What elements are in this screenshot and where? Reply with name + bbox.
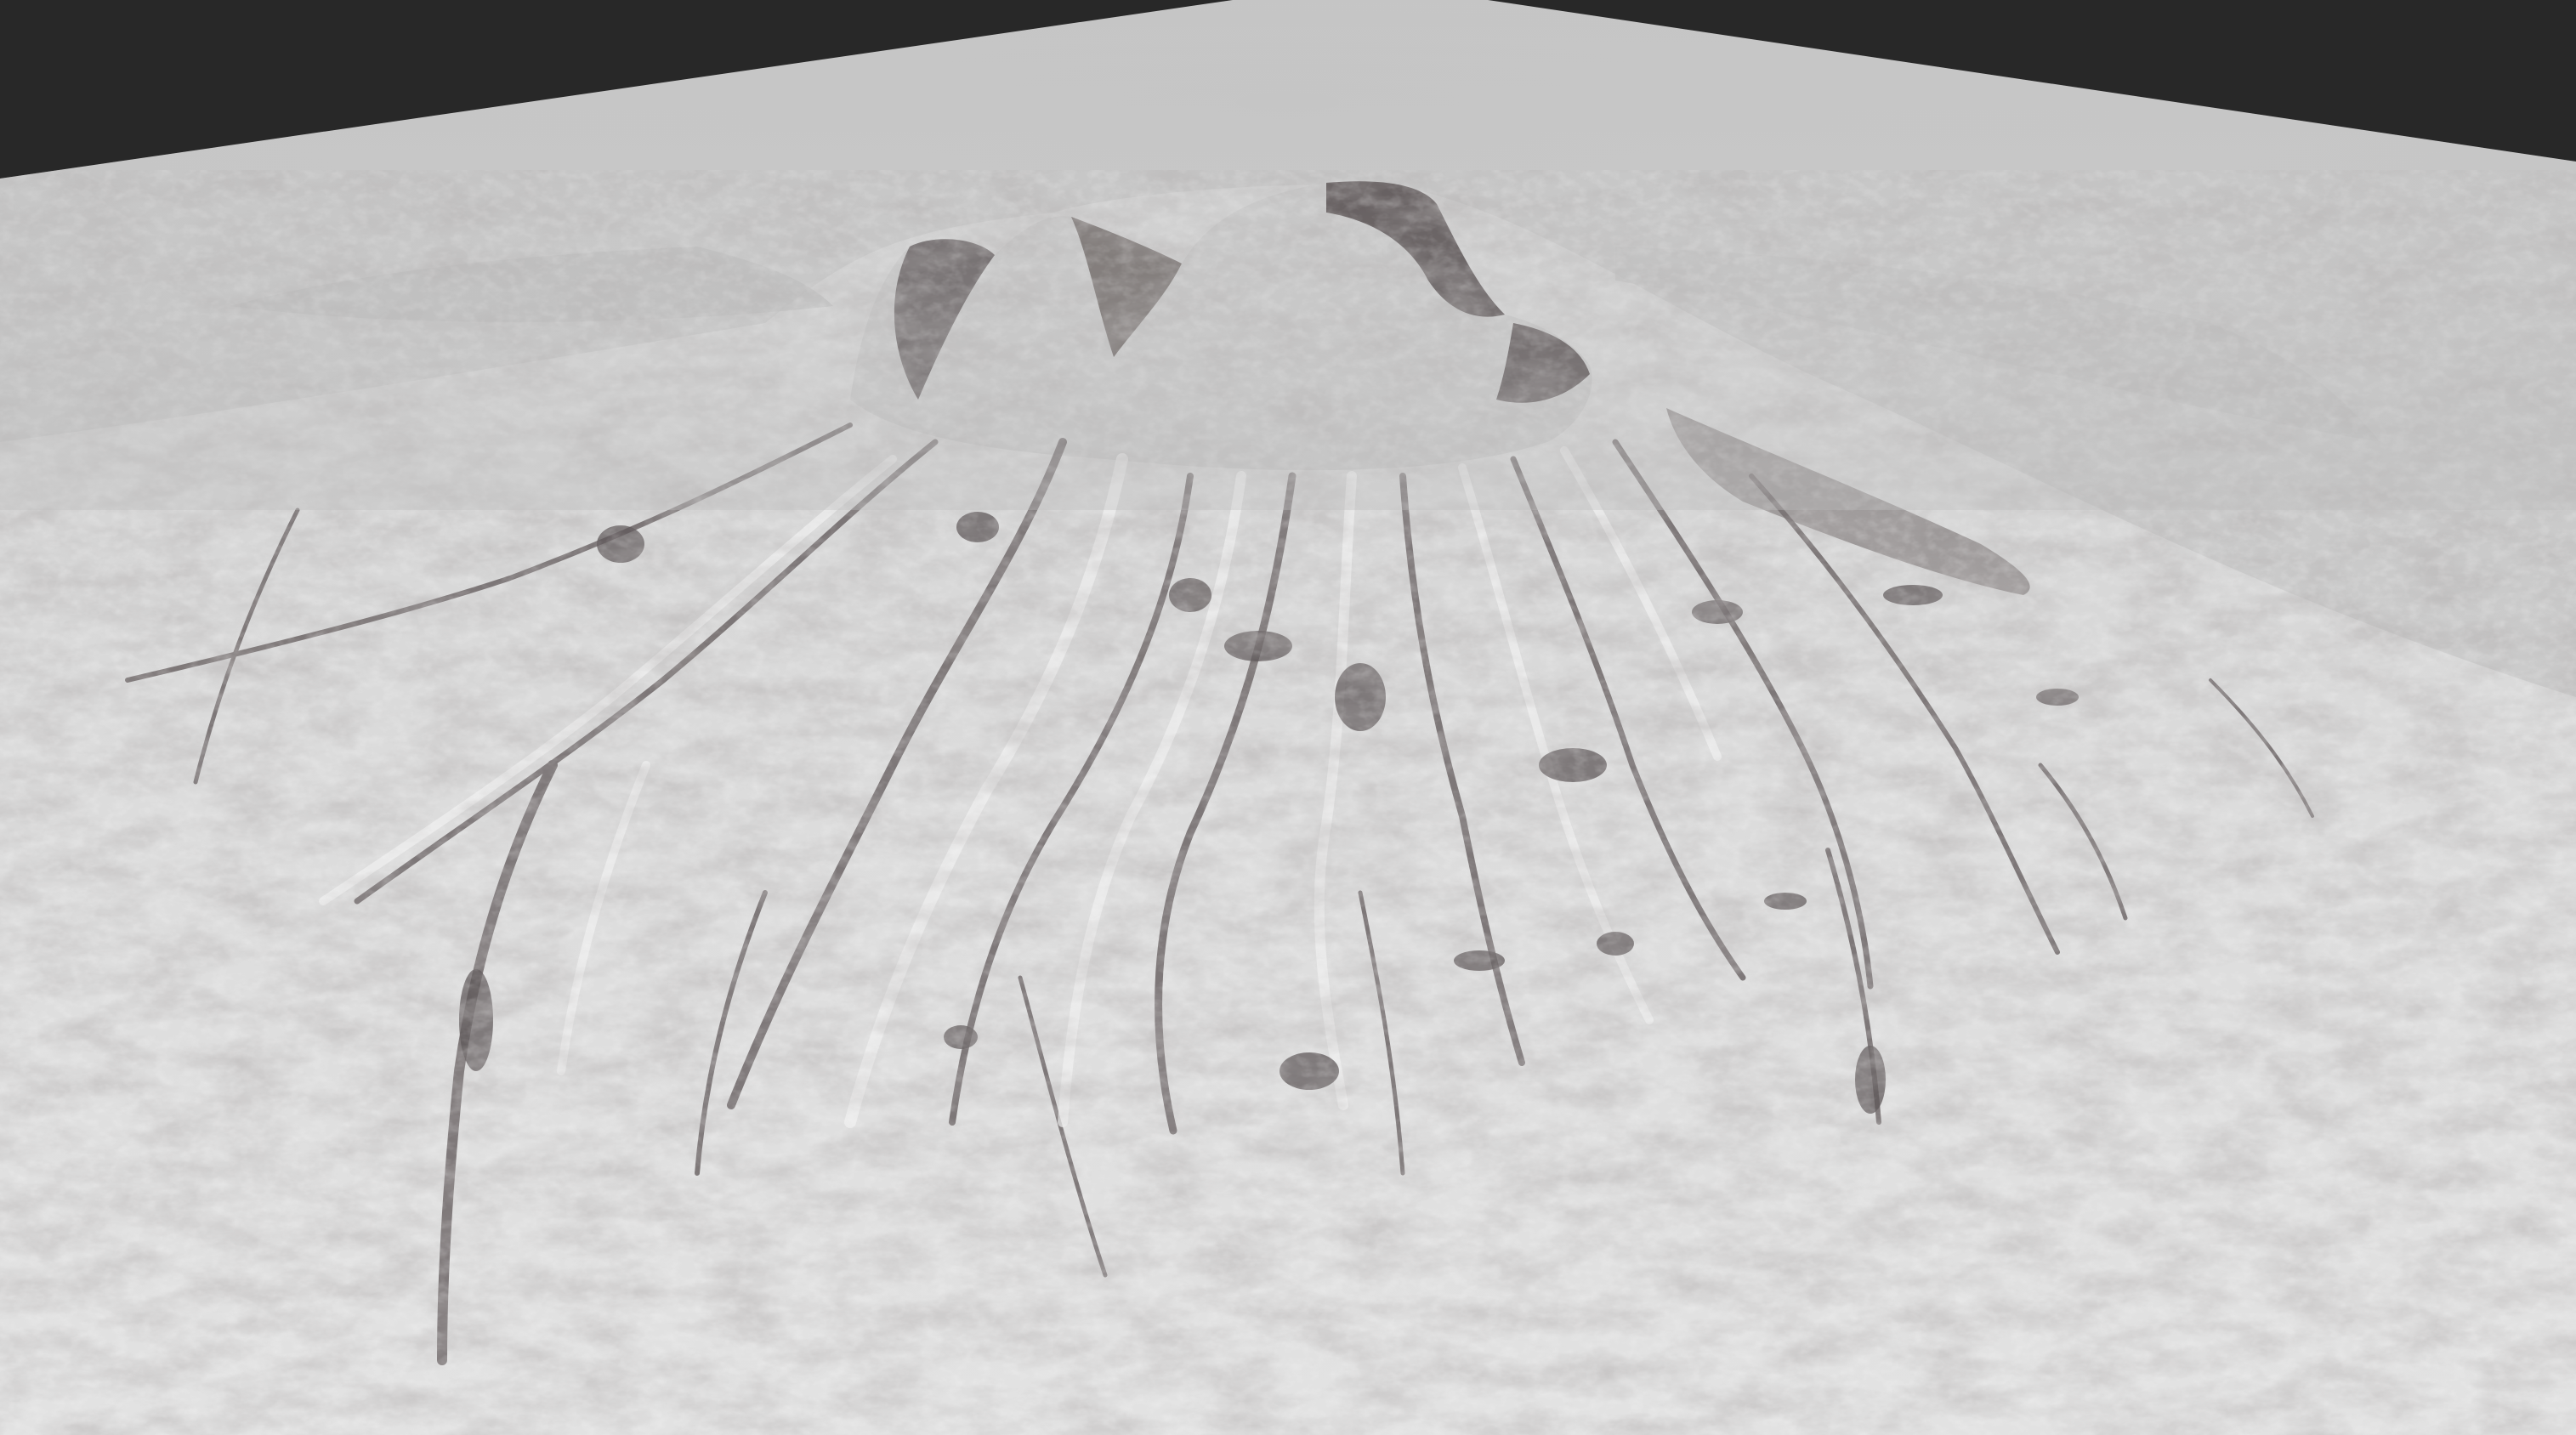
terrain-scene (0, 0, 2576, 1435)
render-viewport (0, 0, 2576, 1435)
terrain-surface (0, 0, 2576, 1435)
